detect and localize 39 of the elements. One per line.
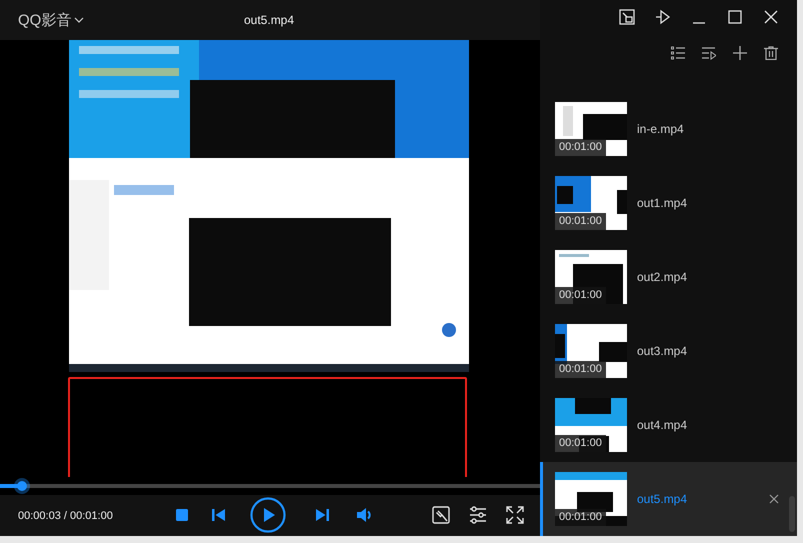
playlist-item[interactable]: 00:01:00 out2.mp4 (540, 240, 797, 314)
file-name: in-e.mp4 (637, 122, 684, 136)
remove-icon[interactable] (769, 494, 779, 504)
duration-label: 00:01:00 (555, 213, 606, 230)
previous-icon[interactable] (212, 508, 226, 522)
progress-handle[interactable] (14, 478, 30, 494)
duration-label: 00:01:00 (555, 139, 606, 156)
playlist-item[interactable]: 00:01:00 in-e.mp4 (540, 92, 797, 166)
play-icon[interactable] (250, 497, 286, 533)
toolbox-icon[interactable] (432, 506, 450, 524)
mini-mode-icon[interactable] (619, 8, 635, 25)
playlist-icon[interactable] (702, 46, 716, 60)
trash-icon[interactable] (764, 46, 778, 60)
duration-label: 00:01:00 (555, 287, 606, 304)
list-icon[interactable] (671, 46, 685, 60)
playlist-item[interactable]: 00:01:00 out3.mp4 (540, 314, 797, 388)
playlist-item[interactable]: 00:01:00 out1.mp4 (540, 166, 797, 240)
pin-icon[interactable] (655, 8, 671, 25)
next-icon[interactable] (315, 508, 329, 522)
caret-icon[interactable] (74, 17, 84, 23)
file-name: out4.mp4 (637, 418, 688, 432)
close-icon[interactable] (763, 8, 779, 25)
file-name: out3.mp4 (637, 344, 688, 358)
file-name: out2.mp4 (637, 270, 688, 284)
duration-label: 00:01:00 (555, 509, 606, 526)
maximize-icon[interactable] (727, 8, 743, 25)
file-name: out1.mp4 (637, 196, 688, 210)
duration-label: 00:01:00 (555, 361, 606, 378)
volume-icon[interactable] (357, 508, 373, 522)
app-menu[interactable]: QQ影音 (18, 10, 84, 30)
settings-icon[interactable] (469, 506, 487, 524)
playlist-item[interactable]: 00:01:00 out5.mp4 (540, 462, 797, 536)
duration-label: 00:01:00 (555, 435, 606, 452)
time-label: 00:00:03 / 00:01:00 (18, 510, 114, 522)
fullscreen-icon[interactable] (506, 506, 524, 524)
playlist-item[interactable]: 00:01:00 out4.mp4 (540, 388, 797, 462)
add-icon[interactable] (733, 46, 747, 60)
window-title: out5.mp4 (244, 13, 294, 27)
file-name: out5.mp4 (637, 492, 688, 506)
